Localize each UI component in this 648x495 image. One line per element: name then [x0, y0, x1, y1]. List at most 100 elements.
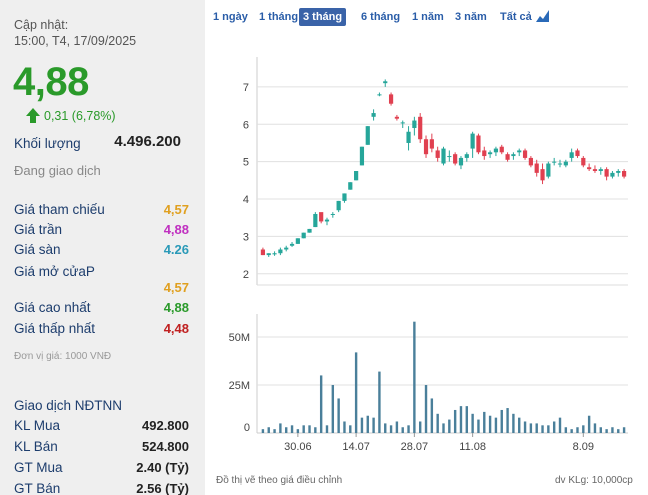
price-tick-label: 2	[243, 269, 249, 281]
volume-bar	[389, 425, 393, 433]
candle-body	[517, 150, 522, 153]
foreign-row-value: 2.56 (Tỷ)	[136, 481, 189, 495]
foreign-row-label: GT Bán	[14, 481, 61, 495]
price-info-value: 4,57	[163, 280, 189, 295]
price-tick-label: 4	[243, 194, 249, 206]
volume-bar	[483, 411, 486, 433]
volume-bar	[337, 398, 340, 433]
candle-body	[598, 169, 603, 171]
candle-body	[522, 150, 528, 158]
chart-footnote: Đồ thị vẽ theo giá điều chỉnh	[216, 475, 343, 486]
candle-body	[365, 126, 370, 145]
candle-body	[476, 135, 481, 153]
candle-body	[383, 81, 388, 84]
volume-bar	[360, 417, 364, 433]
candle-body	[540, 169, 545, 181]
volume-bar	[290, 425, 294, 433]
candle-body	[563, 161, 568, 166]
candle-body	[552, 161, 557, 163]
candle-body	[388, 94, 394, 104]
volume-bar	[378, 371, 381, 433]
volume-bar	[279, 423, 282, 433]
current-price: 4,88	[13, 60, 89, 104]
volume-label: Khối lượng	[14, 136, 81, 151]
price-info-value: 4,88	[163, 222, 189, 237]
volume-bar	[488, 415, 492, 433]
candle-body	[272, 253, 277, 255]
candle-body	[289, 243, 295, 246]
candle-body	[324, 219, 330, 222]
price-info-value: 4,48	[163, 321, 189, 336]
price-tick-label: 6	[243, 119, 249, 131]
volume-bar	[413, 321, 416, 433]
price-info-value: 4.26	[163, 242, 189, 257]
x-tick-label: 30.06	[284, 441, 312, 453]
volume-bar	[343, 421, 346, 433]
volume-bar	[617, 429, 620, 433]
volume-bar	[430, 398, 434, 433]
candle-body	[453, 154, 458, 164]
updated-time: 15:00, T4, 17/09/2025	[14, 34, 137, 48]
volume-bar	[541, 425, 544, 433]
volume-bar	[273, 429, 276, 433]
candle-body	[342, 193, 347, 201]
volume-bar	[349, 425, 352, 433]
up-arrow-icon	[26, 108, 40, 123]
price-tick-label: 3	[243, 231, 249, 243]
price-tick-label: 5	[243, 157, 249, 169]
volume-tick-label: 25M	[229, 380, 250, 392]
candle-body	[604, 169, 609, 177]
volume-bar	[319, 375, 323, 433]
volume-bar	[582, 425, 585, 433]
price-chart: 2 3 4 5 6 7 0 25M 50M 30.06 14.07 28.07 11.08 8.09	[229, 57, 628, 453]
candle-body	[278, 249, 283, 254]
candle-body	[470, 133, 475, 149]
volume-bar	[296, 429, 300, 433]
volume-bar	[261, 429, 265, 433]
candle-body	[592, 169, 598, 171]
foreign-row-label: KL Mua	[14, 418, 61, 433]
volume-bar	[325, 425, 329, 433]
volume-bar	[401, 427, 404, 433]
volume-bar	[570, 429, 573, 433]
price-tick-label: 7	[243, 82, 249, 94]
volume-bar	[576, 427, 579, 433]
updated-label: Cập nhật:	[14, 18, 69, 32]
volume-bar	[407, 425, 410, 433]
candle-body	[330, 213, 335, 215]
foreign-row-value: 492.800	[142, 418, 189, 433]
price-info-label: Giá cao nhất	[14, 300, 91, 315]
volume-bar	[622, 427, 626, 433]
volume-bar	[465, 406, 469, 433]
volume-bar	[605, 429, 608, 433]
candle-body	[348, 182, 353, 190]
candle-body	[587, 167, 592, 170]
candle-body	[400, 122, 405, 124]
volume-bar	[587, 415, 591, 433]
volume-bar	[599, 427, 602, 433]
candle-body	[581, 157, 586, 166]
volume-bar	[523, 421, 527, 433]
candle-body	[575, 150, 580, 157]
candle-body	[493, 148, 499, 153]
candle-body	[418, 116, 423, 140]
volume-bar	[308, 425, 311, 433]
candle-body	[354, 171, 359, 181]
candle-body	[313, 213, 318, 228]
candle-body	[394, 116, 399, 119]
candle-body	[359, 146, 365, 166]
volume-bar	[593, 423, 597, 433]
candle-body	[546, 163, 551, 177]
candle-body	[488, 152, 493, 155]
volume-bar	[547, 425, 550, 433]
price-info-label: Giá trần	[14, 222, 63, 237]
candle-body	[505, 154, 510, 160]
candle-body	[534, 163, 539, 173]
volume-bar	[500, 409, 503, 433]
candle-body	[569, 152, 574, 158]
volume-tick-label: 50M	[229, 332, 250, 344]
volume-bar	[331, 385, 335, 433]
candle-body	[441, 148, 446, 164]
stock-info-panel: Cập nhật: 15:00, T4, 17/09/2025 4,88 0,3…	[0, 0, 205, 495]
candle-body	[499, 146, 504, 153]
